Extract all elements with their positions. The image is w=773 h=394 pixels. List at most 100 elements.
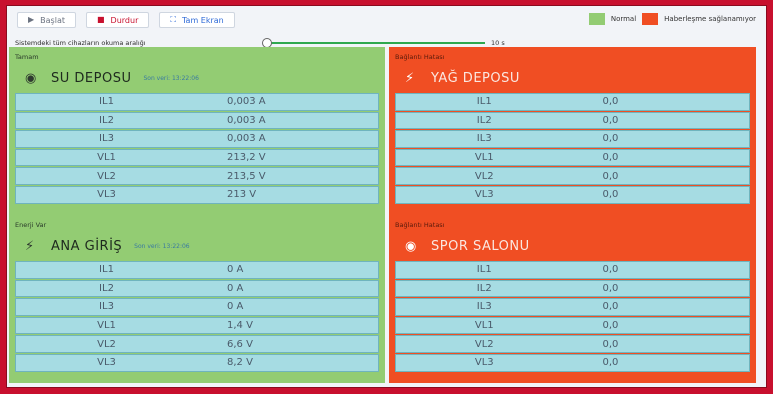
measurement-row: IL1 0,0 [395, 93, 750, 111]
measurement-value: 0,0 [602, 189, 619, 201]
fullscreen-icon: ⛶ [170, 15, 176, 24]
measurement-row: IL2 0,003 A [15, 111, 379, 130]
measurement-value: 0,0 [602, 264, 619, 276]
device-name: SPOR SALONU [431, 238, 530, 254]
measurement-key: VL3 [97, 189, 116, 201]
measurement-table: IL1 0,003 A IL2 0,003 A IL3 0,003 A VL1 213,… [15, 93, 379, 204]
measurement-row: IL1 0,0 [395, 261, 750, 279]
device-panel-su-deposu: Tamam ◉ SU DEPOSU Son veri: 13:22:06 IL1… [9, 47, 385, 215]
measurement-value: 0,0 [602, 338, 619, 350]
sensor-icon: ◉ [405, 238, 417, 254]
measurement-key: VL3 [97, 357, 116, 369]
device-status-text: Tamam [15, 53, 39, 61]
measurement-key: VL1 [474, 320, 494, 332]
measurement-value: 0 A [227, 282, 244, 294]
measurement-row: VL3 8,2 V [15, 353, 379, 372]
measurement-key: VL1 [97, 152, 116, 164]
measurement-key: VL3 [474, 357, 494, 369]
measurement-key: IL1 [476, 96, 492, 108]
measurement-row: VL3 0,0 [395, 185, 750, 204]
stop-button[interactable]: ■ Durdur [85, 12, 150, 28]
measurement-key: VL3 [474, 189, 494, 201]
measurement-key: VL2 [97, 170, 116, 182]
status-legend: Normal Haberleşme sağlanamıyor [588, 13, 756, 25]
stop-icon: ■ [96, 15, 105, 24]
measurement-value: 0,003 A [227, 96, 266, 108]
measurement-table: IL1 0 A IL2 0 A IL3 0 A VL1 1,4 V VL2 6,6 V V… [15, 261, 379, 372]
read-interval-value: 10 s [491, 39, 505, 47]
device-status-text: Enerji Var [15, 221, 47, 229]
device-name: YAĞ DEPOSU [431, 70, 520, 86]
measurement-key: IL2 [476, 282, 492, 294]
measurement-row: VL2 0,0 [395, 167, 750, 185]
toolbar: ▶ Başlat ■ Durdur ⛶ Tam Ekran Normal Hab… [7, 6, 766, 34]
bolt-icon: ⚡ [25, 238, 35, 254]
play-icon: ▶ [28, 15, 35, 24]
measurement-key: VL2 [474, 170, 494, 182]
no-comm-legend-label: Haberleşme sağlanamıyor [664, 15, 756, 23]
measurement-row: VL1 0,0 [395, 316, 750, 335]
start-label: Başlat [40, 15, 65, 25]
measurement-key: VL2 [97, 338, 116, 350]
read-interval-label: Sistemdeki tüm cihazların okuma aralığı [15, 39, 146, 47]
measurement-value: 8,2 V [227, 357, 253, 369]
measurement-value: 0,0 [602, 114, 619, 126]
fullscreen-label: Tam Ekran [181, 15, 224, 25]
measurement-key: IL3 [99, 301, 114, 313]
measurement-value: 6,6 V [227, 338, 253, 350]
device-panel-ana-giris: Enerji Var ⚡ ANA GİRİŞ Son veri: 13:22:0… [9, 215, 385, 383]
device-header: ◉ SPOR SALONU [395, 233, 750, 259]
measurement-key: IL2 [99, 114, 114, 126]
measurement-value: 0,0 [602, 301, 619, 313]
measurement-value: 0,003 A [227, 114, 266, 126]
device-timestamp: Son veri: 13:22:06 [134, 242, 190, 250]
device-header: ⚡ ANA GİRİŞ Son veri: 13:22:06 [15, 233, 379, 259]
read-interval-slider[interactable] [262, 38, 485, 48]
measurement-value: 0,0 [602, 133, 619, 145]
measurement-row: IL1 0 A [15, 261, 379, 279]
device-name: ANA GİRİŞ [51, 238, 123, 254]
measurement-row: IL1 0,003 A [15, 93, 379, 111]
start-button[interactable]: ▶ Başlat [17, 12, 76, 28]
measurement-key: IL2 [99, 282, 114, 294]
measurement-value: 0 A [227, 301, 244, 313]
measurement-key: IL2 [476, 114, 492, 126]
measurement-key: IL3 [476, 301, 492, 313]
device-name: SU DEPOSU [51, 70, 132, 86]
normal-legend-label: Normal [610, 15, 637, 23]
device-header: ⚡ YAĞ DEPOSU [395, 65, 750, 91]
bolt-icon: ⚡ [405, 70, 415, 86]
measurement-key: VL2 [474, 338, 494, 350]
measurement-key: VL1 [97, 320, 116, 332]
measurement-row: VL1 1,4 V [15, 316, 379, 335]
measurement-value: 0,0 [602, 96, 619, 108]
measurement-row: IL3 0,0 [395, 130, 750, 148]
measurement-key: VL1 [474, 152, 494, 164]
stop-label: Durdur [110, 15, 139, 25]
measurement-value: 0,0 [602, 170, 619, 182]
measurement-table: IL1 0,0 IL2 0,0 IL3 0,0 VL1 0,0 VL2 0,0 VL3 0,… [395, 261, 750, 372]
measurement-value: 0,0 [602, 357, 619, 369]
normal-swatch [588, 13, 605, 25]
measurement-row: VL1 213,2 V [15, 148, 379, 167]
fullscreen-button[interactable]: ⛶ Tam Ekran [159, 12, 235, 28]
measurement-value: 0,003 A [227, 133, 266, 145]
measurement-value: 0,0 [602, 282, 619, 294]
measurement-row: IL2 0 A [15, 279, 379, 298]
measurement-key: IL1 [99, 96, 114, 108]
measurement-value: 1,4 V [227, 320, 253, 332]
measurement-table: IL1 0,0 IL2 0,0 IL3 0,0 VL1 0,0 VL2 0,0 VL3 0,… [395, 93, 750, 204]
measurement-key: IL3 [476, 133, 492, 145]
device-header: ◉ SU DEPOSU Son veri: 13:22:06 [15, 65, 379, 91]
measurement-row: IL2 0,0 [395, 279, 750, 298]
measurement-value: 213,2 V [227, 152, 266, 164]
measurement-row: VL2 213,5 V [15, 167, 379, 185]
device-status-text: Bağlantı Hatası [395, 221, 445, 229]
measurement-value: 0,0 [602, 320, 619, 332]
measurement-row: VL2 0,0 [395, 335, 750, 353]
measurement-row: IL3 0 A [15, 298, 379, 316]
measurement-key: IL1 [476, 264, 492, 276]
measurement-row: VL2 6,6 V [15, 335, 379, 353]
device-panel-spor-salonu: Bağlantı Hatası ◉ SPOR SALONU IL1 0,0 IL2… [389, 215, 756, 383]
no-comm-swatch [642, 13, 659, 25]
